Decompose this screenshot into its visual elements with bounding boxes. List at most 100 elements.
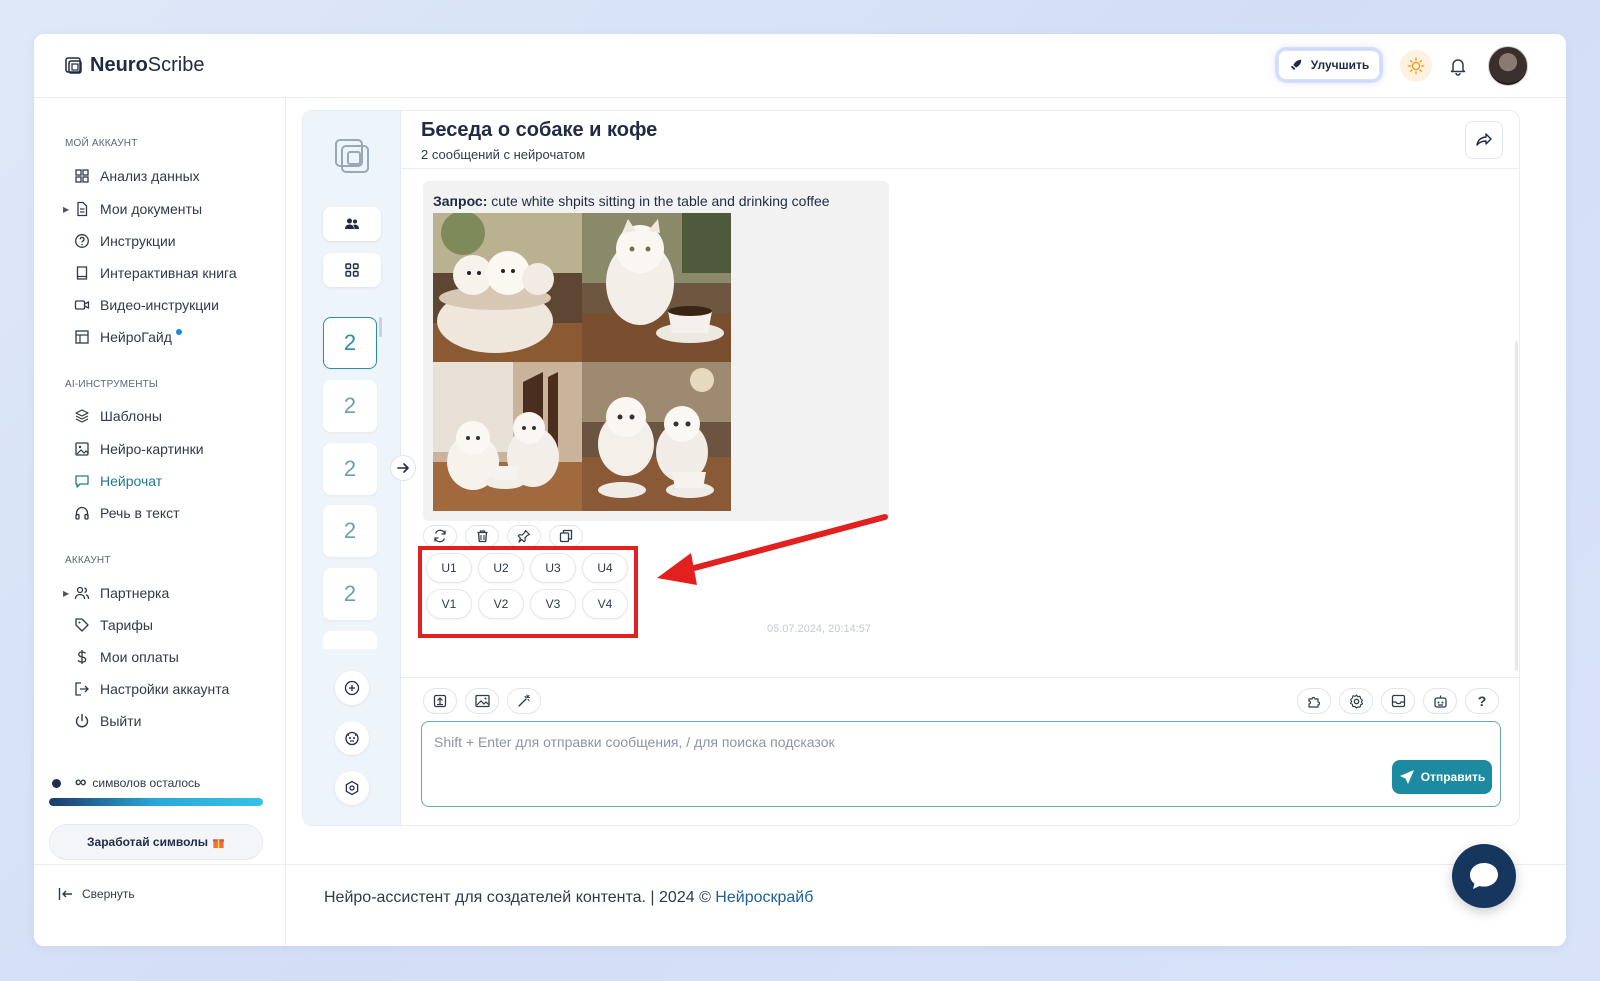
sidebar: МОЙ АККАУНТ Анализ данных ▶ Мои документ… — [34, 98, 286, 946]
sidebar-item-neuroguide[interactable]: НейроГайд — [74, 326, 182, 348]
copy-icon — [559, 529, 573, 543]
footer-text: Нейро-ассистент для создателей контента.… — [324, 889, 814, 906]
sidebar-item-neuro-images[interactable]: Нейро-картинки — [74, 438, 204, 460]
magic-wand-button[interactable] — [507, 688, 541, 714]
sidebar-item-video-instructions[interactable]: Видео-инструкции — [74, 294, 219, 316]
grid-icon — [345, 263, 359, 277]
chat-thread-item[interactable]: 2 — [323, 443, 377, 495]
variation-button-v4[interactable]: V4 — [582, 589, 628, 619]
collapse-arrow-icon — [58, 888, 72, 900]
rocket-icon — [1290, 59, 1302, 71]
arrow-right-icon — [397, 463, 409, 473]
rail-users-button[interactable] — [323, 207, 381, 241]
generated-image-grid[interactable] — [433, 213, 731, 511]
new-badge-dot — [175, 329, 182, 335]
footer-link[interactable]: Нейроскрайб — [715, 889, 813, 906]
variation-button-v2[interactable]: V2 — [478, 589, 524, 619]
plugins-button[interactable] — [1297, 688, 1331, 714]
sidebar-item-my-documents[interactable]: ▶ Мои документы — [63, 198, 202, 220]
send-button[interactable]: Отправить — [1392, 760, 1492, 794]
rail-settings-button[interactable] — [335, 771, 369, 805]
sidebar-item-neurochat[interactable]: Нейрочат — [74, 470, 162, 492]
earn-credits-button[interactable]: Заработай символы — [49, 824, 263, 860]
pin-button[interactable] — [507, 525, 541, 547]
help-button[interactable]: ? — [1465, 688, 1499, 714]
theme-toggle[interactable] — [1400, 50, 1432, 82]
rail-scrollbar[interactable] — [379, 317, 382, 337]
inbox-icon — [1391, 694, 1405, 708]
generated-image-3[interactable] — [433, 362, 582, 511]
avatar[interactable] — [1488, 46, 1528, 86]
upload-file-button[interactable] — [423, 688, 457, 714]
footer: Нейро-ассистент для создателей контента.… — [286, 864, 1566, 946]
new-chat-button[interactable] — [335, 671, 369, 705]
regenerate-button[interactable] — [423, 525, 457, 547]
chat-subtitle: 2 сообщений с нейрочатом — [421, 147, 586, 162]
message-input[interactable] — [434, 734, 1374, 764]
generated-image-1[interactable] — [433, 213, 582, 362]
upscale-button-u1[interactable]: U1 — [426, 553, 472, 583]
sidebar-item-tariffs[interactable]: Тарифы — [74, 614, 153, 636]
sidebar-item-label: Нейрочат — [100, 473, 163, 489]
message-prompt: Запрос: cute white shpits sitting in the… — [433, 193, 830, 209]
bot-face-button[interactable] — [335, 721, 369, 755]
chat-thread-item[interactable]: 2 — [323, 505, 377, 557]
sidebar-section-account: МОЙ АККАУНТ — [65, 138, 138, 149]
copy-button[interactable] — [549, 525, 583, 547]
sidebar-item-instructions[interactable]: Инструкции — [74, 230, 176, 252]
upscale-button-u2[interactable]: U2 — [478, 553, 524, 583]
sidebar-item-partner[interactable]: ▶ Партнерка — [63, 582, 169, 604]
credits-progress-fill — [49, 798, 263, 806]
send-label: Отправить — [1420, 770, 1486, 784]
chat-thread-item-partial[interactable] — [323, 631, 377, 649]
bot-button[interactable] — [1423, 688, 1457, 714]
image-icon — [474, 694, 490, 708]
pin-icon — [517, 529, 531, 543]
chat-title: Беседа о собаке и кофе — [421, 119, 658, 141]
support-chat-button[interactable] — [1452, 844, 1516, 908]
chat-header: Беседа о собаке и кофе 2 сообщений с ней… — [401, 111, 1519, 169]
dollar-icon — [77, 650, 87, 664]
rail-grid-button[interactable] — [323, 253, 381, 287]
sidebar-item-my-payments[interactable]: Мои оплаты — [74, 646, 179, 668]
expand-rail-button[interactable] — [390, 455, 416, 481]
sidebar-item-label: Интерактивная книга — [100, 265, 237, 281]
settings-button[interactable] — [1339, 688, 1373, 714]
sidebar-item-speech-to-text[interactable]: Речь в текст — [74, 502, 180, 524]
credits-label: символов осталось — [92, 776, 201, 790]
collapse-sidebar-button[interactable]: Свернуть — [58, 887, 135, 901]
share-button[interactable] — [1465, 121, 1503, 159]
chat-message: Запрос: cute white shpits sitting in the… — [423, 181, 889, 521]
send-icon — [1399, 770, 1414, 784]
share-icon — [1476, 133, 1492, 146]
variation-button-v3[interactable]: V3 — [530, 589, 576, 619]
upgrade-button[interactable]: Улучшить — [1278, 50, 1380, 80]
brand-logo[interactable]: NeuroScribe — [64, 54, 205, 77]
sidebar-item-templates[interactable]: Шаблоны — [74, 405, 162, 427]
expand-caret-icon[interactable]: ▶ — [63, 205, 69, 214]
trash-icon — [477, 530, 487, 543]
notifications-button[interactable] — [1442, 50, 1474, 82]
upscale-button-u4[interactable]: U4 — [582, 553, 628, 583]
chat-thread-item[interactable]: 2 — [323, 568, 377, 620]
question-icon — [75, 234, 89, 248]
variation-button-v1[interactable]: V1 — [426, 589, 472, 619]
image-attach-button[interactable] — [465, 688, 499, 714]
inbox-button[interactable] — [1381, 688, 1415, 714]
expand-caret-icon[interactable]: ▶ — [63, 589, 69, 598]
brand-name: NeuroScribe — [90, 54, 205, 76]
upscale-button-u3[interactable]: U3 — [530, 553, 576, 583]
sidebar-item-logout[interactable]: Выйти — [74, 710, 141, 732]
users-icon — [74, 586, 90, 600]
chat-thread-item[interactable]: 2 — [323, 380, 377, 432]
chat-thread-item[interactable]: 2 — [323, 317, 377, 369]
sidebar-item-data-analysis[interactable]: Анализ данных — [74, 165, 200, 187]
sidebar-item-label: НейроГайд — [100, 329, 172, 345]
sidebar-item-account-settings[interactable]: Настройки аккаунта — [74, 678, 229, 700]
sidebar-item-interactive-book[interactable]: Интерактивная книга — [74, 262, 237, 284]
chat-scrollbar[interactable] — [1515, 341, 1518, 671]
generated-image-4[interactable] — [582, 362, 731, 511]
sidebar-item-label: Настройки аккаунта — [100, 681, 230, 697]
generated-image-2[interactable] — [582, 213, 731, 362]
delete-button[interactable] — [465, 525, 499, 547]
